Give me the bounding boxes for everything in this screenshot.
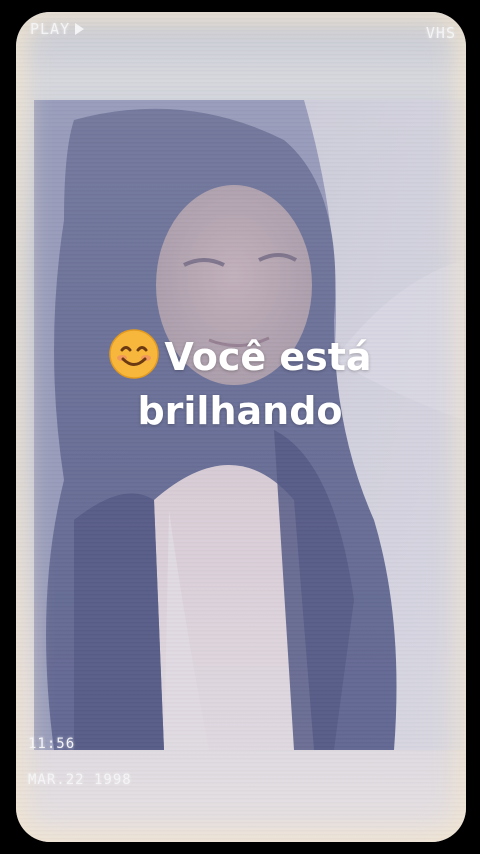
caption-line-1-text: Você está [164, 335, 372, 379]
caption-line-1: Você está [0, 328, 480, 384]
caption-line-2: brilhando [137, 389, 343, 433]
timestamp-time: 11:56 [28, 736, 76, 752]
play-label: PLAY [30, 20, 71, 38]
timestamp-date: MAR.22 1998 [28, 772, 132, 788]
caption-text: Você está brilhando [0, 328, 480, 438]
play-indicator: PLAY [30, 20, 85, 38]
vhs-format-label: VHS [425, 24, 456, 42]
smiling-face-icon [109, 329, 160, 379]
play-icon [75, 23, 85, 35]
